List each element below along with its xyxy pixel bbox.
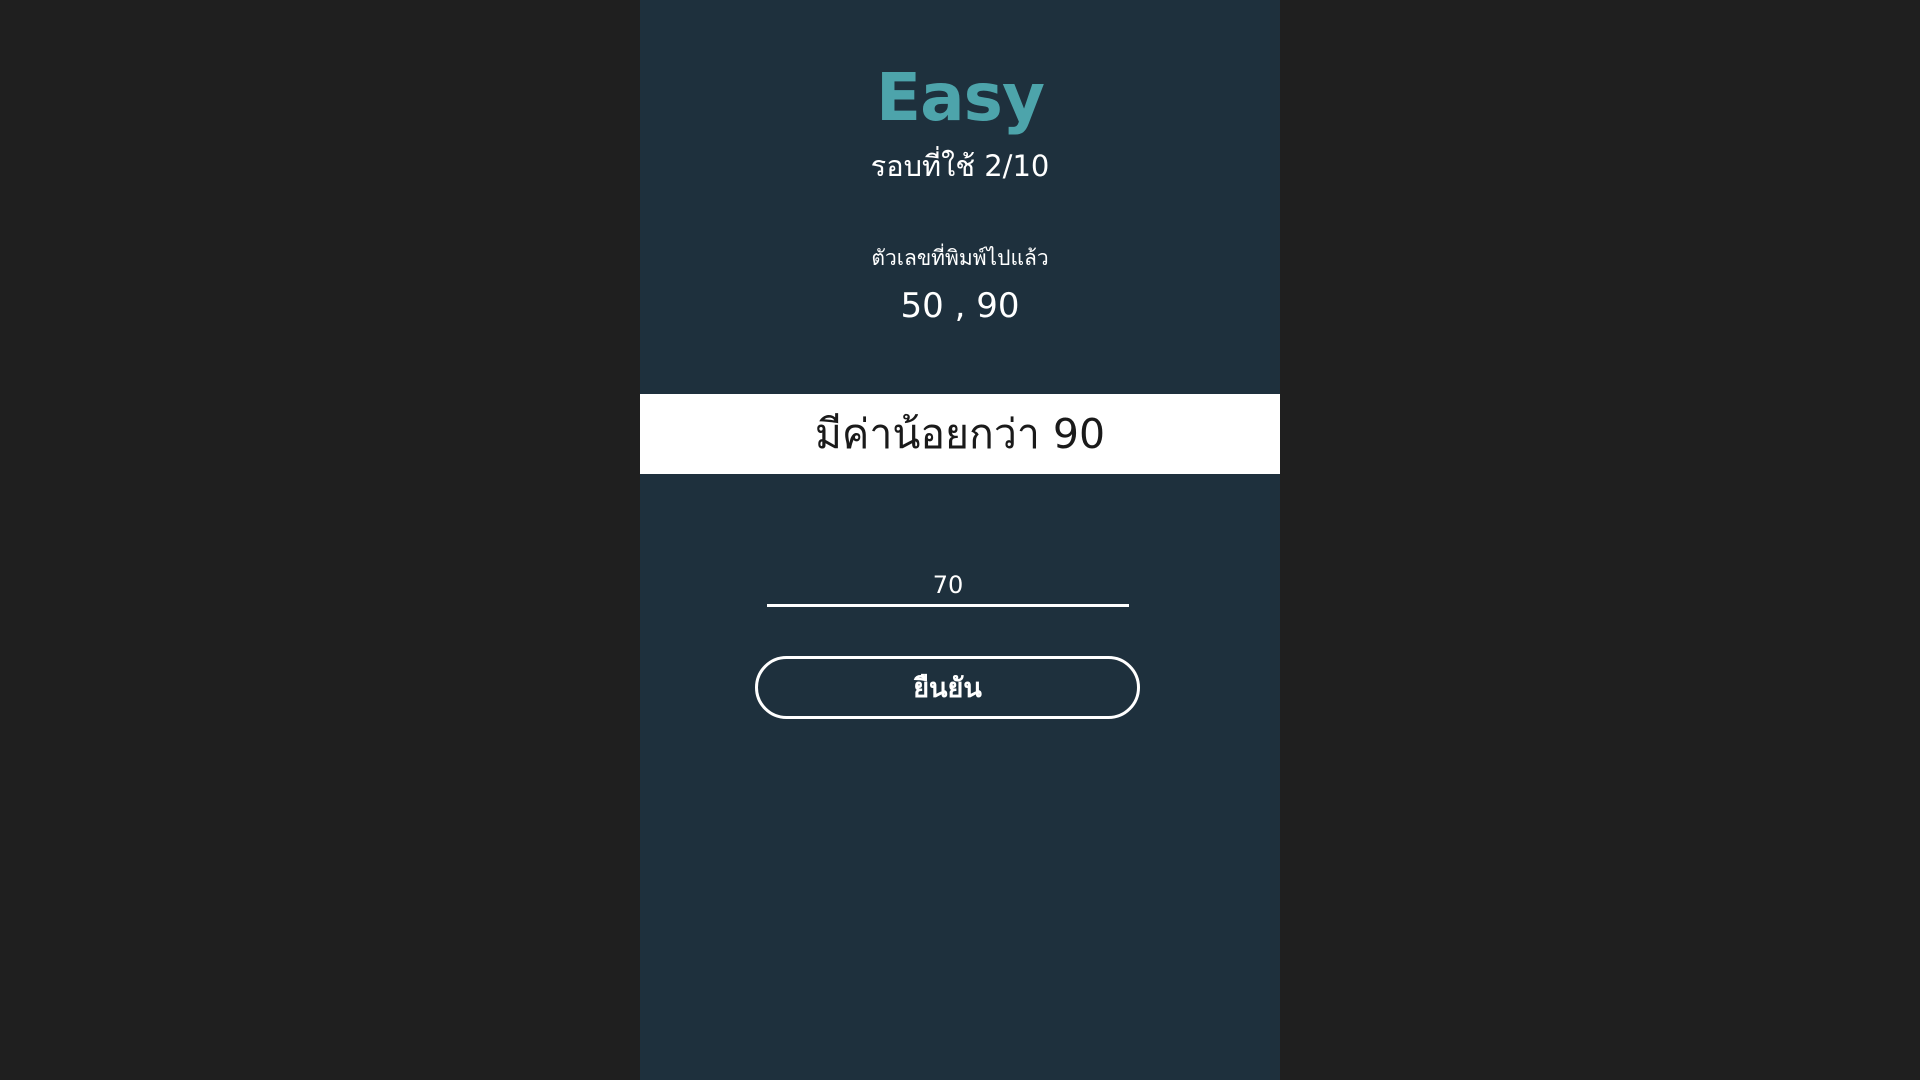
confirm-button[interactable]: ยืนยัน — [755, 656, 1140, 719]
guess-input[interactable] — [767, 566, 1129, 607]
hint-banner: มีค่าน้อยกว่า 90 — [640, 394, 1280, 474]
typed-numbers-list: 50 , 90 — [900, 286, 1020, 326]
typed-numbers-label: ตัวเลขที่พิมพ์ไปแล้ว — [871, 246, 1049, 270]
game-panel: Easy รอบที่ใช้ 2/10 ตัวเลขที่พิมพ์ไปแล้ว… — [640, 0, 1280, 1080]
round-counter: รอบที่ใช้ 2/10 — [870, 149, 1050, 183]
hint-text: มีค่าน้อยกว่า 90 — [814, 410, 1106, 458]
difficulty-title: Easy — [876, 59, 1045, 136]
game-screen: Easy รอบที่ใช้ 2/10 ตัวเลขที่พิมพ์ไปแล้ว… — [0, 0, 1920, 1080]
